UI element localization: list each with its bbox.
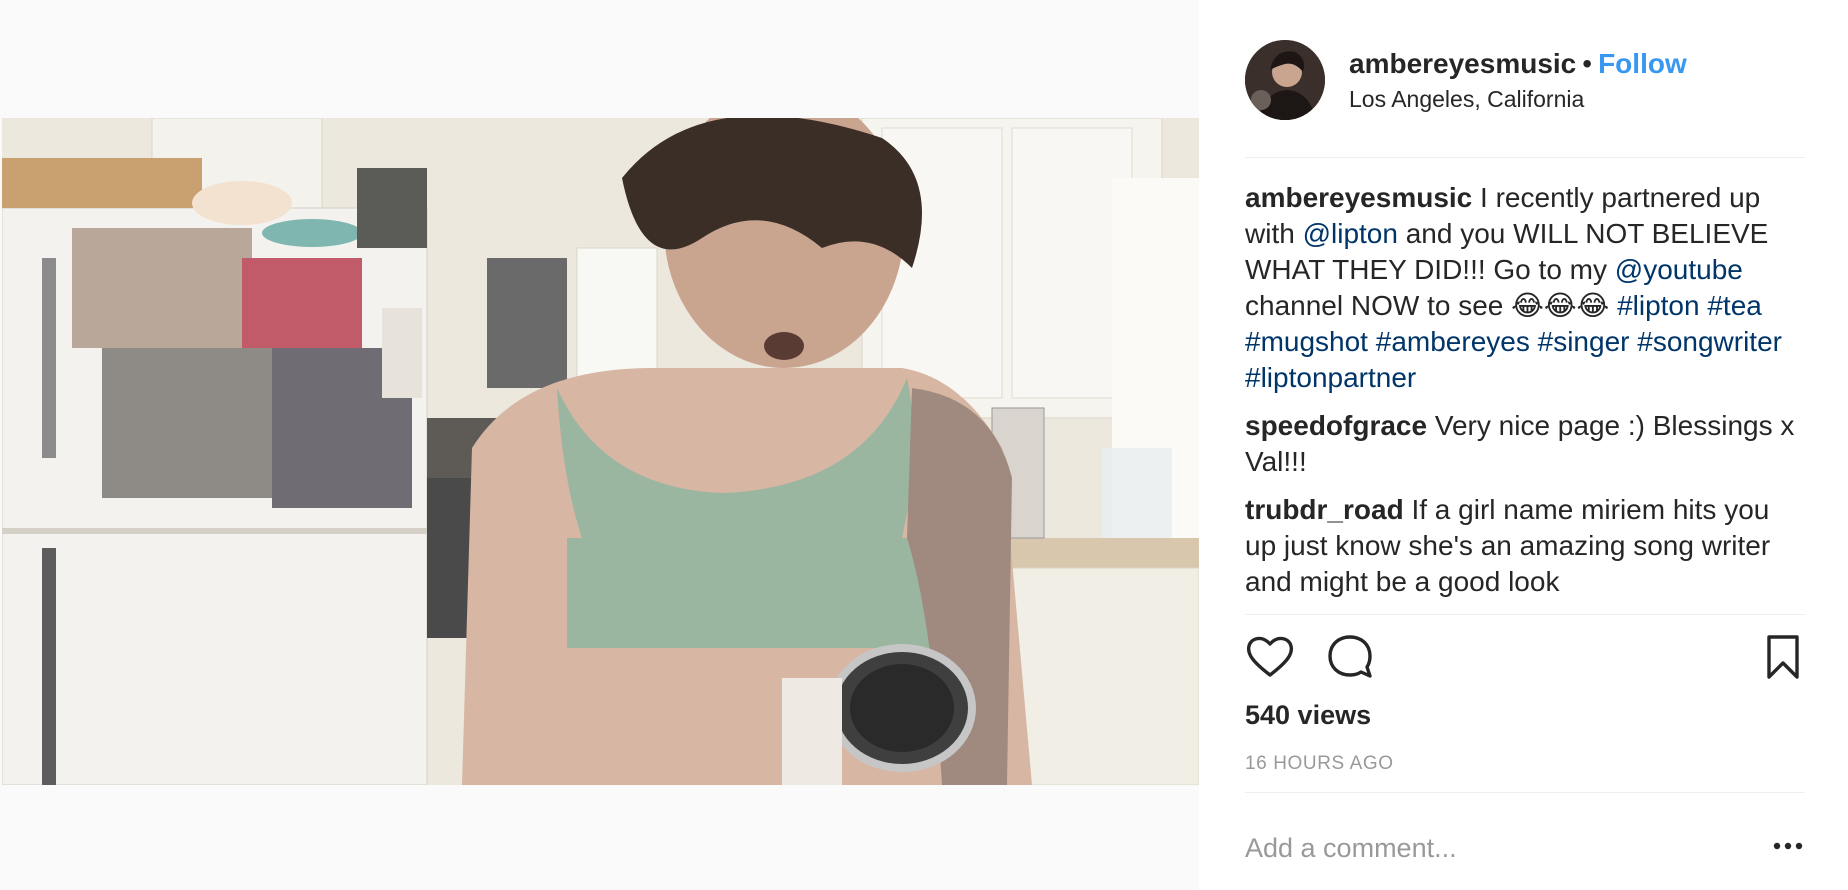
- user-line: ambereyesmusic • Follow: [1349, 48, 1687, 80]
- avatar-image: [1245, 40, 1325, 120]
- add-comment-input[interactable]: [1245, 830, 1725, 866]
- comment-item: ambereyesmusic I recently partnered up w…: [1245, 180, 1805, 396]
- view-count[interactable]: 540 views: [1245, 700, 1371, 731]
- avatar[interactable]: [1245, 40, 1325, 120]
- comment-username[interactable]: trubdr_road: [1245, 494, 1404, 525]
- header-divider: [1245, 157, 1805, 158]
- hashtag-link[interactable]: #tea: [1707, 290, 1762, 321]
- hashtag-link[interactable]: #songwriter: [1637, 326, 1782, 357]
- more-options-icon[interactable]: [1771, 836, 1805, 856]
- bookmark-icon[interactable]: [1761, 632, 1811, 682]
- comment-item: trubdr_road If a girl name miriem hits y…: [1245, 492, 1805, 600]
- location-link[interactable]: Los Angeles, California: [1349, 86, 1584, 113]
- action-bar: [1245, 632, 1805, 684]
- video-player[interactable]: [2, 118, 1199, 785]
- comments-divider: [1245, 614, 1805, 615]
- hashtag-link[interactable]: #mugshot: [1245, 326, 1368, 357]
- footer-divider: [1245, 792, 1805, 793]
- comment-text: [1368, 326, 1376, 357]
- comment-text: channel NOW to see 😂😂😂: [1245, 290, 1618, 321]
- hashtag-link[interactable]: #singer: [1538, 326, 1630, 357]
- comment-bubble-icon[interactable]: [1325, 632, 1375, 682]
- follow-button[interactable]: Follow: [1598, 48, 1687, 79]
- comment-username[interactable]: speedofgrace: [1245, 410, 1427, 441]
- media-pane: [0, 0, 1199, 890]
- mention-link[interactable]: @lipton: [1303, 218, 1398, 249]
- hashtag-link[interactable]: #lipton: [1617, 290, 1700, 321]
- post-header: ambereyesmusic • Follow Los Angeles, Calif…: [1245, 40, 1805, 120]
- comment-item: speedofgrace Very nice page :) Blessings…: [1245, 408, 1805, 480]
- hashtag-link[interactable]: #ambereyes: [1376, 326, 1530, 357]
- mention-link[interactable]: @youtube: [1615, 254, 1743, 285]
- separator-dot: •: [1582, 48, 1593, 79]
- username-link[interactable]: ambereyesmusic: [1349, 48, 1576, 79]
- comment-username[interactable]: ambereyesmusic: [1245, 182, 1472, 213]
- hashtag-link[interactable]: #liptonpartner: [1245, 362, 1416, 393]
- comment-text: [1530, 326, 1538, 357]
- post-sidebar: ambereyesmusic • Follow Los Angeles, Calif…: [1199, 0, 1848, 890]
- comments-list: ambereyesmusic I recently partnered up w…: [1245, 180, 1805, 612]
- video-frame: [2, 118, 1199, 785]
- post-timestamp[interactable]: 16 HOURS AGO: [1245, 753, 1394, 775]
- heart-icon[interactable]: [1245, 632, 1295, 682]
